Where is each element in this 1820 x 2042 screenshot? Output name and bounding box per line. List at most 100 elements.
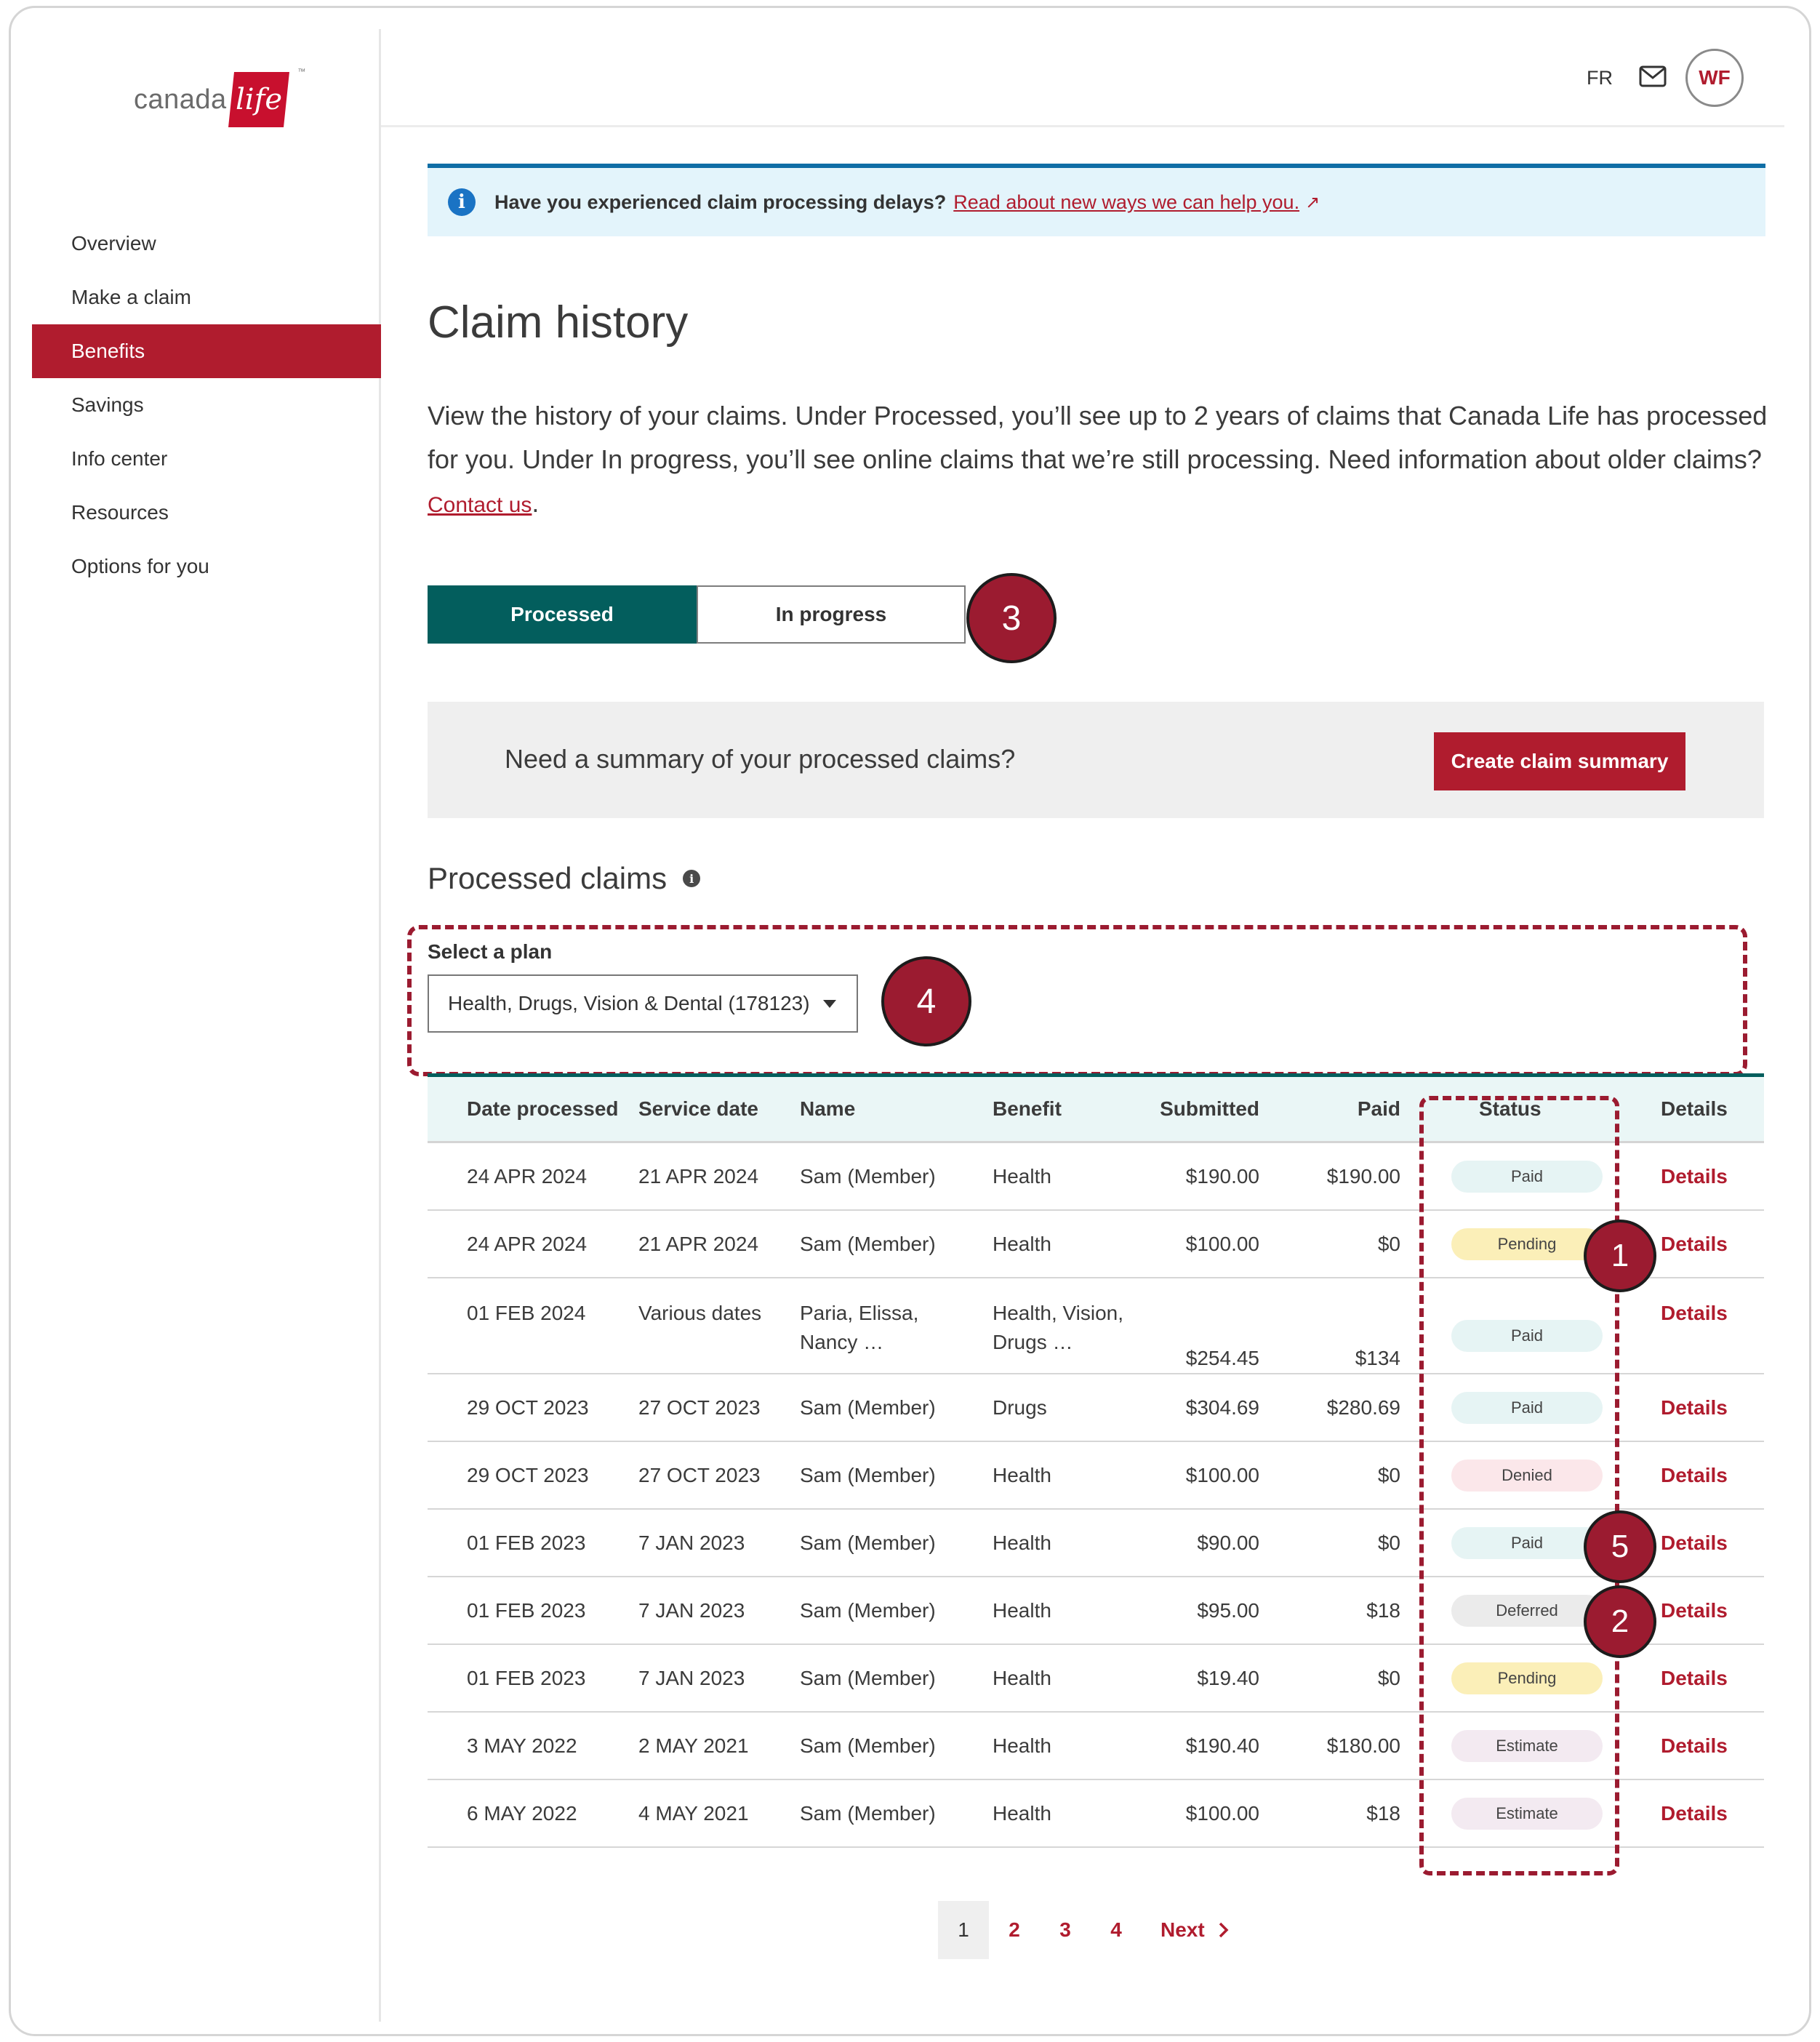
status-badge: Pending (1451, 1228, 1603, 1260)
table-row: 6 MAY 2022 4 MAY 2021 Sam (Member) Health $1… (428, 1780, 1764, 1848)
table-header: Date processed Service date Name Benefit… (428, 1073, 1764, 1143)
sidebar-item-info-center[interactable]: Info center (32, 432, 381, 486)
tab-processed[interactable]: Processed (428, 585, 697, 644)
next-page-button[interactable]: Next (1160, 1918, 1230, 1942)
cell-benefit: Health (993, 1801, 1051, 1825)
sidebar-item-overview[interactable]: Overview (32, 217, 381, 271)
details-link[interactable]: Details (1661, 1734, 1728, 1758)
language-toggle-fr[interactable]: FR (1587, 67, 1613, 89)
cell-details: Details (1661, 1278, 1728, 1373)
user-avatar[interactable]: WF (1685, 49, 1744, 107)
cell-name: Paria, Elissa, Nancy … (800, 1278, 918, 1373)
logo-word: canada (134, 84, 227, 115)
page-link-3[interactable]: 3 (1040, 1901, 1091, 1959)
create-claim-summary-button[interactable]: Create claim summary (1434, 732, 1685, 790)
col-name[interactable]: Name (800, 1077, 855, 1141)
details-link[interactable]: Details (1661, 1396, 1728, 1420)
cell-status: Estimate (1451, 1780, 1603, 1846)
cell-status: Pending (1451, 1211, 1603, 1277)
status-badge: Denied (1451, 1459, 1603, 1492)
details-link[interactable]: Details (1661, 1299, 1728, 1328)
status-badge: Deferred (1451, 1594, 1603, 1627)
details-link[interactable]: Details (1661, 1165, 1728, 1188)
plan-select[interactable]: Health, Drugs, Vision & Dental (178123) (428, 974, 858, 1033)
page-link-2[interactable]: 2 (989, 1901, 1040, 1959)
col-service-date[interactable]: Service date (638, 1077, 758, 1141)
cell-date-processed: 29 OCT 2023 (467, 1396, 589, 1419)
cell-name: Sam (Member) (800, 1396, 936, 1419)
cell-paid: $0 (1377, 1531, 1400, 1554)
cell-benefit: Health (993, 1598, 1051, 1622)
annotation-badge-4: 4 (881, 956, 971, 1046)
cell-date-processed: 29 OCT 2023 (467, 1463, 589, 1486)
page-link-4[interactable]: 4 (1091, 1901, 1142, 1959)
claim-tabs: Processed In progress (428, 585, 966, 644)
table-row: 01 FEB 2023 7 JAN 2023 Sam (Member) Health $… (428, 1645, 1764, 1713)
cell-status: Pending (1451, 1645, 1603, 1711)
plan-label: Select a plan (428, 940, 553, 963)
logo-trademark: ™ (297, 68, 306, 76)
col-paid[interactable]: Paid (1358, 1077, 1400, 1141)
cell-paid: $0 (1377, 1666, 1400, 1689)
page-title: Claim history (428, 297, 689, 348)
table-row: 24 APR 2024 21 APR 2024 Sam (Member) Health… (428, 1211, 1764, 1278)
cell-service-date: 4 MAY 2021 (638, 1801, 749, 1825)
sidebar-item-benefits[interactable]: Benefits (32, 324, 381, 378)
cell-date-processed: 24 APR 2024 (467, 1232, 588, 1255)
cell-submitted: $254.45 (1185, 1347, 1259, 1369)
cell-date-processed: 24 APR 2024 (467, 1164, 588, 1188)
canada-life-logo[interactable]: canada life ™ (134, 67, 305, 132)
details-link[interactable]: Details (1661, 1667, 1728, 1690)
details-link[interactable]: Details (1661, 1532, 1728, 1555)
intro-end: . (532, 488, 540, 518)
cell-submitted: $190.00 (1185, 1164, 1259, 1188)
cell-details: Details (1661, 1713, 1728, 1779)
cell-paid: $280.69 (1326, 1396, 1400, 1419)
col-submitted[interactable]: Submitted (1160, 1077, 1259, 1141)
sidebar-item-make-a-claim[interactable]: Make a claim (32, 271, 381, 324)
cell-benefit: Health (993, 1531, 1051, 1554)
cell-details: Details (1661, 1442, 1728, 1508)
details-link[interactable]: Details (1661, 1233, 1728, 1256)
cell-date-processed: 6 MAY 2022 (467, 1801, 577, 1825)
details-link[interactable]: Details (1661, 1802, 1728, 1825)
sidebar-item-options-for-you[interactable]: Options for you (32, 540, 381, 593)
cell-name: Sam (Member) (800, 1463, 936, 1486)
info-icon[interactable]: i (683, 870, 701, 887)
cell-paid: $134 (1355, 1347, 1400, 1369)
mail-icon[interactable] (1639, 65, 1667, 87)
page-link-1[interactable]: 1 (938, 1901, 989, 1959)
cell-benefit: Health (993, 1666, 1051, 1689)
cell-name-line1: Paria, Elissa, (800, 1302, 919, 1324)
sidebar-item-resources[interactable]: Resources (32, 486, 381, 540)
col-status[interactable]: Status (1446, 1077, 1597, 1141)
cell-benefit: Health (993, 1463, 1051, 1486)
col-benefit[interactable]: Benefit (993, 1077, 1062, 1141)
cell-name: Sam (Member) (800, 1531, 936, 1554)
intro-text: View the history of your claims. Under P… (428, 394, 1769, 527)
plan-select-value: Health, Drugs, Vision & Dental (178123) (448, 992, 810, 1014)
banner-help-link[interactable]: Read about new ways we can help you. (953, 191, 1299, 214)
annotation-badge-5: 5 (1584, 1510, 1656, 1583)
col-details: Details (1661, 1097, 1728, 1120)
cell-date-processed: 01 FEB 2023 (467, 1666, 586, 1689)
tab-in-progress[interactable]: In progress (697, 585, 966, 644)
sidebar-item-savings[interactable]: Savings (32, 378, 381, 432)
cell-date-processed: 01 FEB 2024 (467, 1302, 586, 1324)
status-badge: Paid (1451, 1526, 1603, 1559)
details-link[interactable]: Details (1661, 1599, 1728, 1622)
cell-paid: $0 (1377, 1232, 1400, 1255)
cell-paid: $180.00 (1326, 1734, 1400, 1757)
cell-paid: $0 (1377, 1463, 1400, 1486)
processed-claims-heading: Processed claims i (428, 861, 701, 896)
table-row: 29 OCT 2023 27 OCT 2023 Sam (Member) Health… (428, 1442, 1764, 1510)
logo-box: life ™ (228, 68, 305, 127)
contact-us-link[interactable]: Contact us (428, 493, 532, 517)
cell-details: Details (1661, 1577, 1728, 1643)
cell-details: Details (1661, 1211, 1728, 1277)
external-link-icon: ↗ (1305, 192, 1320, 212)
details-link[interactable]: Details (1661, 1464, 1728, 1487)
cell-benefit: Health (993, 1734, 1051, 1757)
col-date-processed[interactable]: Date processed (467, 1077, 619, 1141)
cell-status: Paid (1451, 1143, 1603, 1209)
